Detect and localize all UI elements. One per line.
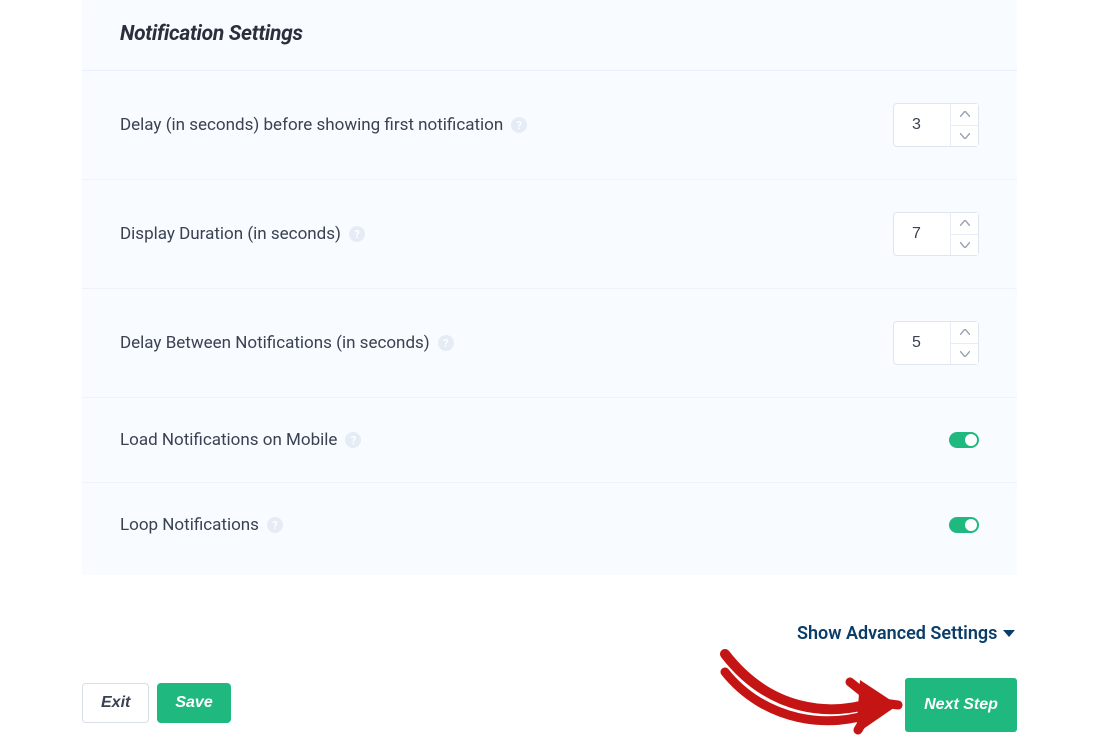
panel-header: Notification Settings (82, 0, 1017, 71)
next-step-button[interactable]: Next Step (905, 678, 1017, 732)
step-up-button[interactable] (951, 322, 978, 344)
label-text: Load Notifications on Mobile (120, 430, 337, 450)
help-icon[interactable]: ? (511, 117, 527, 133)
label-text: Delay Between Notifications (in seconds) (120, 333, 430, 353)
stepper-group (950, 104, 978, 146)
caret-down-icon (1003, 630, 1015, 637)
step-down-button[interactable] (951, 344, 978, 365)
delay-first-input[interactable] (894, 104, 950, 146)
toggle-knob (965, 434, 977, 446)
row-delay-between: Delay Between Notifications (in seconds)… (82, 289, 1017, 398)
row-mobile-toggle: Load Notifications on Mobile ? (82, 398, 1017, 483)
advanced-link-text: Show Advanced Settings (797, 623, 997, 644)
step-down-button[interactable] (951, 126, 978, 147)
help-icon[interactable]: ? (267, 517, 283, 533)
step-up-button[interactable] (951, 213, 978, 235)
step-down-button[interactable] (951, 235, 978, 256)
toggle-knob (965, 519, 977, 531)
delay-between-input[interactable] (894, 322, 950, 364)
arrow-annotation-icon (710, 642, 910, 742)
row-label: Display Duration (in seconds) ? (120, 224, 365, 244)
row-label: Delay (in seconds) before showing first … (120, 115, 527, 135)
display-duration-input[interactable] (894, 213, 950, 255)
stepper-group (950, 213, 978, 255)
panel-title: Notification Settings (120, 22, 979, 46)
footer-left-buttons: Exit Save (82, 683, 231, 723)
row-delay-first: Delay (in seconds) before showing first … (82, 71, 1017, 180)
mobile-toggle[interactable] (949, 432, 979, 448)
step-up-button[interactable] (951, 104, 978, 126)
label-text: Loop Notifications (120, 515, 259, 535)
delay-first-input-group (893, 103, 979, 147)
row-loop-toggle: Loop Notifications ? (82, 483, 1017, 575)
label-text: Delay (in seconds) before showing first … (120, 115, 503, 135)
display-duration-input-group (893, 212, 979, 256)
loop-toggle[interactable] (949, 517, 979, 533)
exit-button[interactable]: Exit (82, 683, 149, 723)
row-label: Delay Between Notifications (in seconds)… (120, 333, 454, 353)
row-display-duration: Display Duration (in seconds) ? (82, 180, 1017, 289)
save-button[interactable]: Save (157, 683, 230, 723)
label-text: Display Duration (in seconds) (120, 224, 341, 244)
help-icon[interactable]: ? (438, 335, 454, 351)
notification-settings-panel: Notification Settings Delay (in seconds)… (82, 0, 1017, 575)
row-label: Load Notifications on Mobile ? (120, 430, 361, 450)
show-advanced-settings-link[interactable]: Show Advanced Settings (797, 623, 1015, 644)
row-label: Loop Notifications ? (120, 515, 283, 535)
stepper-group (950, 322, 978, 364)
help-icon[interactable]: ? (345, 432, 361, 448)
delay-between-input-group (893, 321, 979, 365)
help-icon[interactable]: ? (349, 226, 365, 242)
